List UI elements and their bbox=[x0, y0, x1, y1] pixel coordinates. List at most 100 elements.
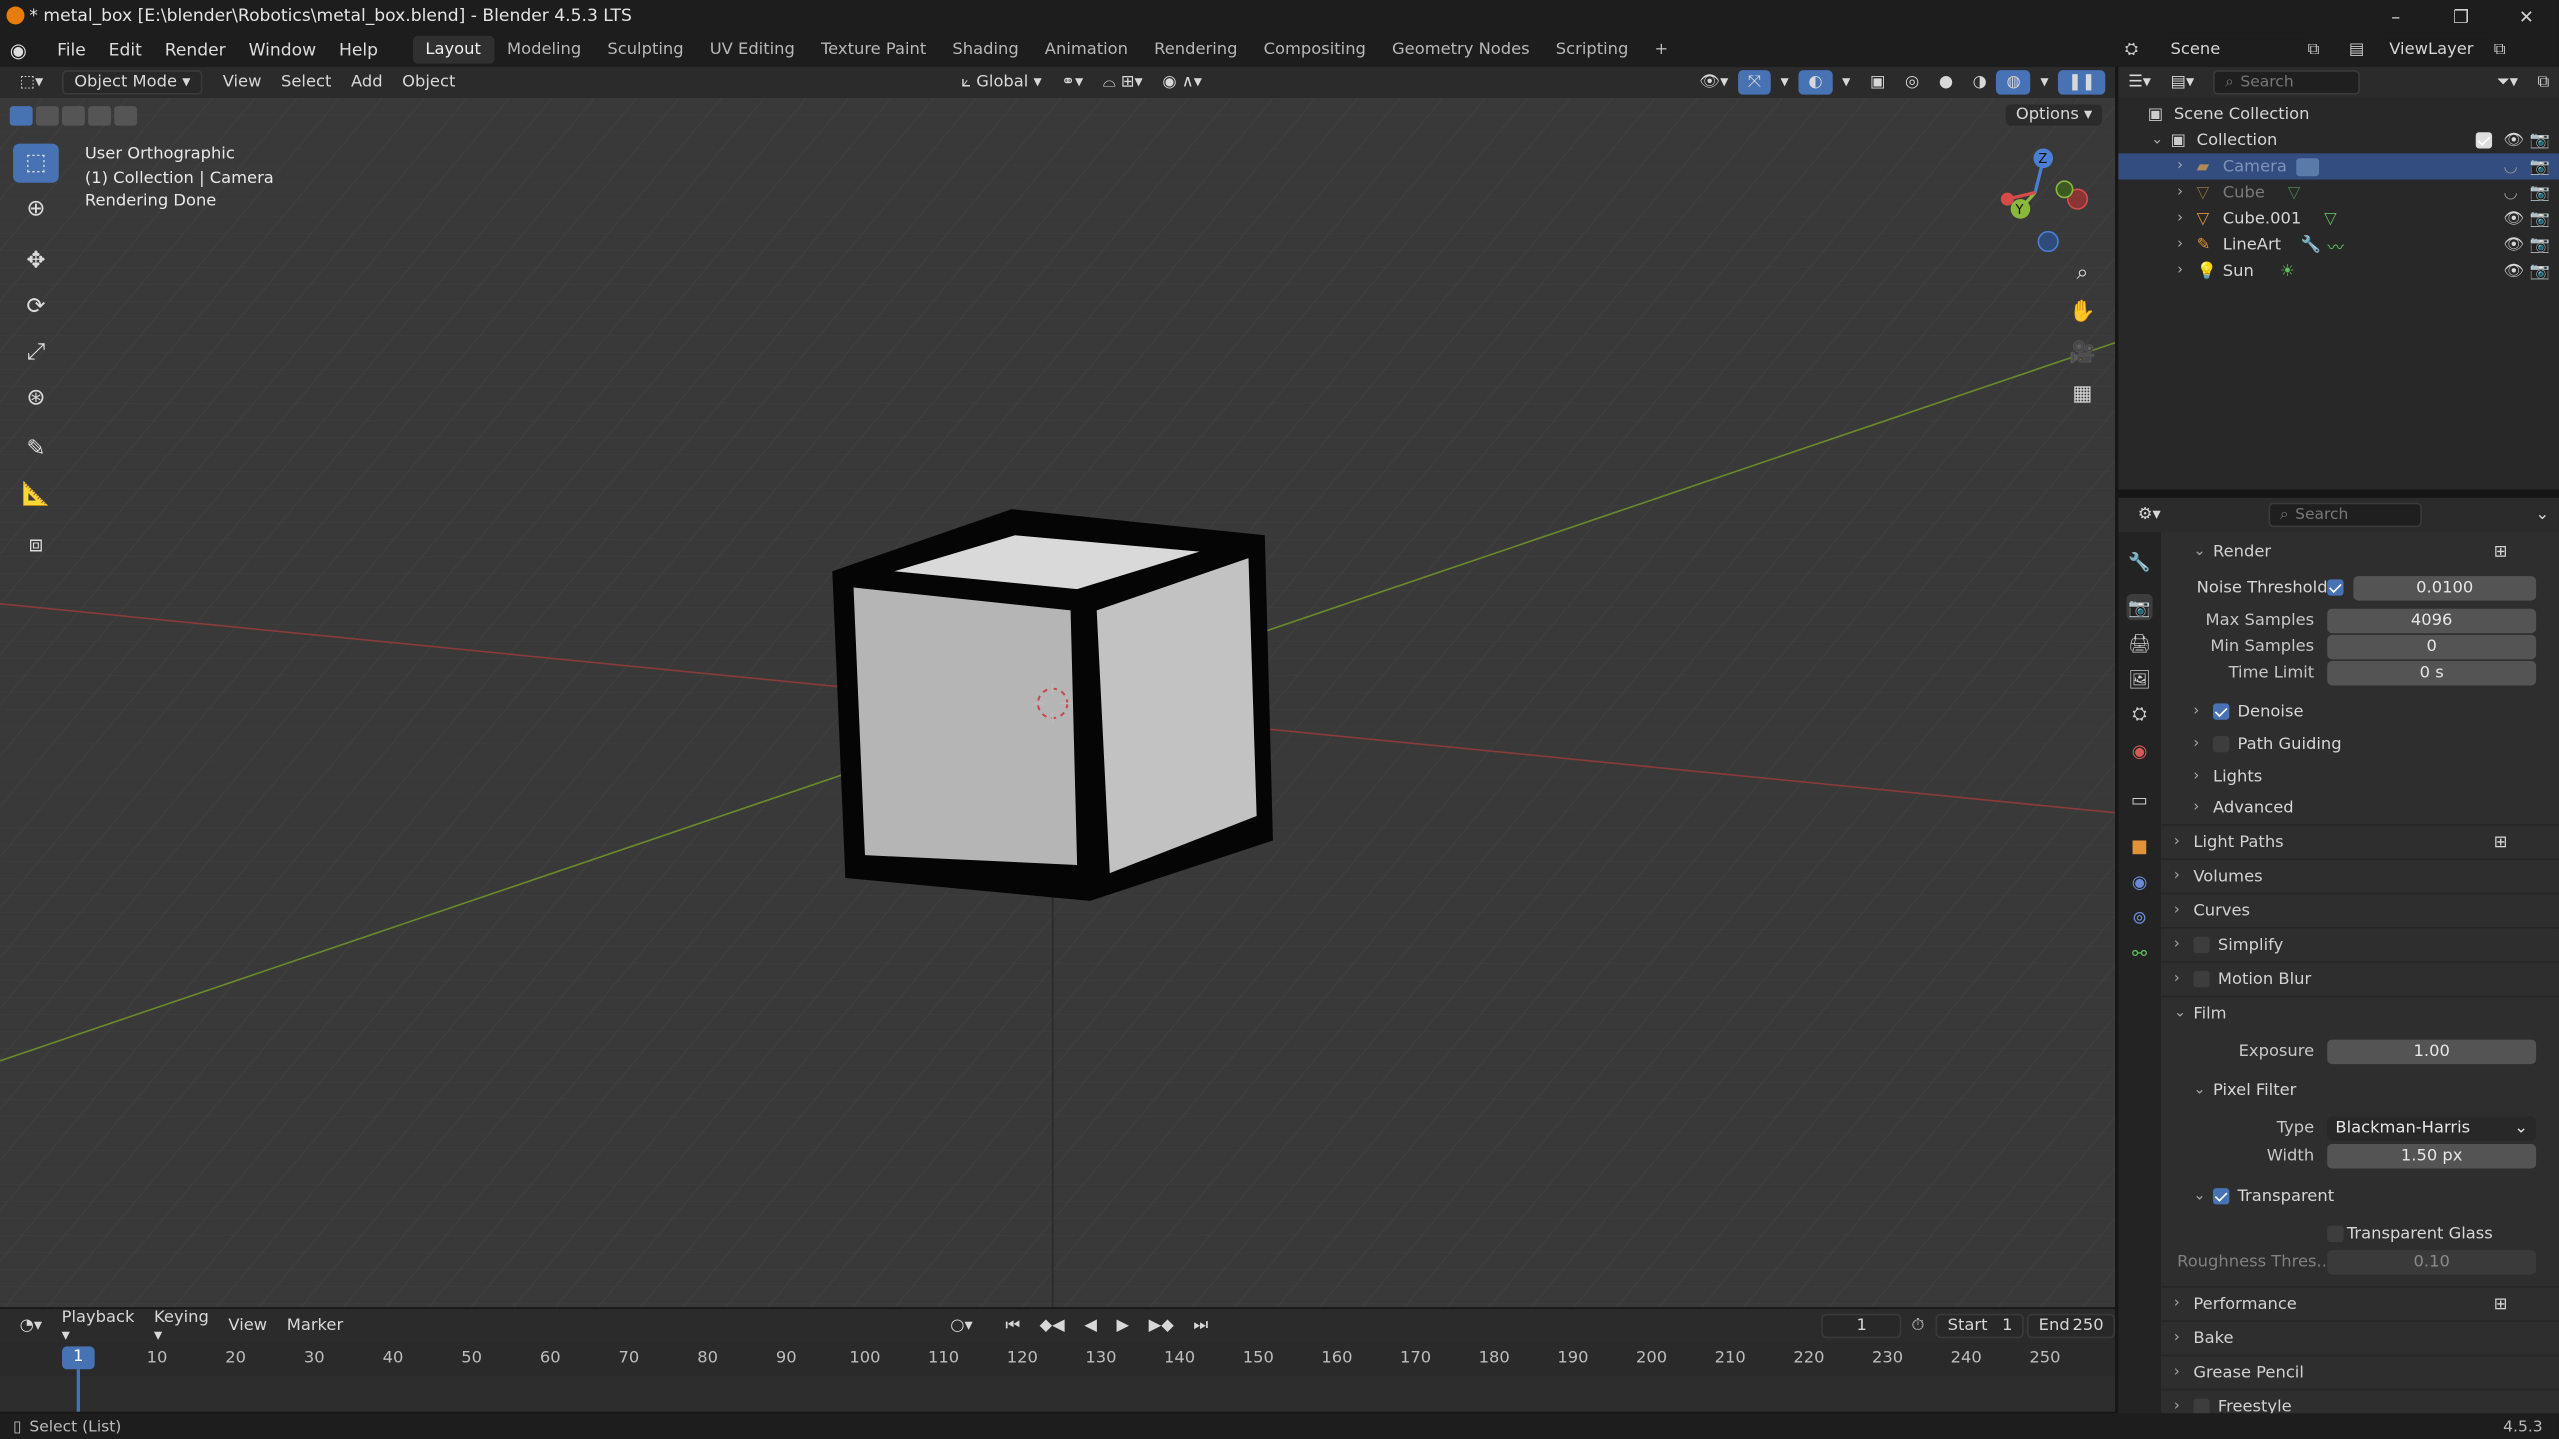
properties-options-icon[interactable]: ⌄ bbox=[2526, 503, 2559, 527]
menu-view[interactable]: View bbox=[213, 70, 271, 94]
new-view-layer-icon[interactable]: ⧉ bbox=[2494, 40, 2520, 58]
timeline-editor-icon[interactable]: ◔▾ bbox=[10, 1314, 52, 1338]
auto-keying-icon[interactable]: ○▾ bbox=[940, 1314, 982, 1338]
physics-tab-icon[interactable]: ⊚ bbox=[2126, 904, 2152, 930]
gizmo-dropdown-icon[interactable]: ▾ bbox=[1771, 70, 1799, 94]
view-layer-icon[interactable]: ▤ bbox=[2334, 40, 2380, 58]
simplify-panel[interactable]: › Simplify bbox=[2161, 930, 2559, 959]
jump-keyframe-forward-icon[interactable]: ▶◆ bbox=[1139, 1314, 1184, 1338]
tab-scripting[interactable]: Scripting bbox=[1543, 36, 1642, 64]
max-samples-field[interactable]: 4096 bbox=[2327, 607, 2537, 633]
volumes-panel[interactable]: › Volumes bbox=[2161, 862, 2559, 891]
menu-window[interactable]: Window bbox=[237, 40, 327, 60]
render-disabled-icon[interactable]: 📷 bbox=[2530, 184, 2550, 202]
select-intersect-icon[interactable] bbox=[114, 105, 138, 125]
transform-tool-icon[interactable]: ⊛ bbox=[13, 379, 59, 418]
start-frame-field[interactable]: Start 1 bbox=[1936, 1313, 2024, 1339]
zoom-icon[interactable]: ⌕ bbox=[2063, 253, 2102, 292]
outliner-item-sun[interactable]: › 💡 Sun ☀ 👁 📷 bbox=[2118, 258, 2559, 284]
outliner-editor-icon[interactable]: ☰▾ bbox=[2118, 70, 2160, 94]
play-reverse-icon[interactable]: ◀ bbox=[1075, 1314, 1107, 1338]
jump-start-icon[interactable]: ⏮ bbox=[996, 1314, 1030, 1338]
grease-pencil-panel[interactable]: › Grease Pencil bbox=[2161, 1358, 2559, 1387]
denoise-checkbox[interactable] bbox=[2212, 703, 2230, 720]
scene-selector[interactable]: Scene bbox=[2160, 38, 2308, 60]
scale-tool-icon[interactable]: ⤢ bbox=[13, 333, 59, 372]
tab-rendering[interactable]: Rendering bbox=[1141, 36, 1250, 64]
filter-type-dropdown[interactable]: Blackman-Harris ⌄ bbox=[2327, 1115, 2537, 1140]
menu-keying[interactable]: Keying ▾ bbox=[144, 1305, 218, 1347]
rotate-tool-icon[interactable]: ⟳ bbox=[13, 287, 59, 326]
visibility-eye-icon[interactable]: 👁 bbox=[2503, 210, 2524, 228]
lights-subpanel[interactable]: › Lights bbox=[2161, 762, 2559, 791]
exclude-checkbox[interactable] bbox=[2475, 132, 2493, 149]
menu-playback[interactable]: Playback ▾ bbox=[52, 1305, 144, 1347]
tab-uv-editing[interactable]: UV Editing bbox=[697, 36, 808, 64]
menu-edit[interactable]: Edit bbox=[97, 40, 153, 60]
tab-animation[interactable]: Animation bbox=[1032, 36, 1141, 64]
presets-icon[interactable]: ⊞ bbox=[2494, 1295, 2508, 1313]
simplify-checkbox[interactable] bbox=[2193, 936, 2210, 954]
properties-editor-icon[interactable]: ⚙▾ bbox=[2128, 503, 2170, 527]
new-collection-icon[interactable]: ⧉ bbox=[2528, 70, 2559, 94]
visibility-icon[interactable]: 👁▾ bbox=[1690, 70, 1739, 94]
expand-arrow-icon[interactable]: › bbox=[2177, 158, 2197, 174]
curves-panel[interactable]: › Curves bbox=[2161, 896, 2559, 925]
view-layer-tab-icon[interactable]: 🖼 bbox=[2126, 666, 2152, 692]
current-frame-field[interactable]: 1 bbox=[1821, 1313, 1902, 1339]
tab-shading[interactable]: Shading bbox=[939, 36, 1031, 64]
filter-width-field[interactable]: 1.50 px bbox=[2327, 1143, 2537, 1168]
outliner-search[interactable]: ⌕ Search bbox=[2213, 70, 2361, 95]
outliner-item-camera[interactable]: › ▰ Camera ◡ 📷 bbox=[2118, 153, 2559, 180]
object-tab-icon[interactable]: ■ bbox=[2126, 832, 2152, 858]
path-guiding-checkbox[interactable] bbox=[2212, 736, 2230, 753]
expand-arrow-icon[interactable]: ⌄ bbox=[2151, 132, 2171, 148]
shading-rendered-icon[interactable]: ◍ bbox=[1996, 70, 2031, 95]
outliner-item-lineart[interactable]: › ✎ LineArt 🔧 〰 👁 📷 bbox=[2118, 232, 2559, 258]
path-guiding-subpanel[interactable]: › Path Guiding bbox=[2161, 730, 2559, 759]
maximize-icon[interactable]: ❐ bbox=[2428, 6, 2493, 27]
outliner-item-cube-001[interactable]: › ▽ Cube.001 ▽ 👁 📷 bbox=[2118, 206, 2559, 232]
expand-arrow-icon[interactable]: › bbox=[2177, 211, 2197, 227]
modifier-tab-icon[interactable]: ◉ bbox=[2126, 868, 2152, 894]
pause-render-icon[interactable]: ❚❚ bbox=[2058, 70, 2106, 95]
proportional-edit-icon[interactable]: ◉ ∧▾ bbox=[1153, 70, 1212, 94]
select-invert-icon[interactable] bbox=[88, 105, 111, 125]
transform-orientation[interactable]: ⟀ Global ▾ bbox=[951, 70, 1051, 94]
freestyle-panel[interactable]: › Freestyle bbox=[2161, 1392, 2559, 1414]
visibility-eye-icon[interactable]: 👁 bbox=[2503, 131, 2524, 149]
minimize-icon[interactable]: – bbox=[2363, 6, 2428, 27]
menu-select[interactable]: Select bbox=[271, 70, 341, 94]
select-extend-icon[interactable] bbox=[35, 105, 59, 125]
visibility-eye-icon[interactable]: 👁 bbox=[2503, 236, 2524, 254]
motion-blur-panel[interactable]: › Motion Blur bbox=[2161, 965, 2559, 994]
shading-solid-icon[interactable]: ● bbox=[1929, 70, 1963, 94]
3d-viewport[interactable]: Z Y User Orthographic (1) Collection | C… bbox=[0, 97, 2116, 1308]
world-tab-icon[interactable]: ◉ bbox=[2126, 738, 2152, 764]
expand-arrow-icon[interactable]: › bbox=[2177, 237, 2197, 253]
view-layer-selector[interactable]: ViewLayer bbox=[2379, 38, 2494, 60]
tab-texture-paint[interactable]: Texture Paint bbox=[808, 36, 939, 64]
pan-hand-icon[interactable]: ✋ bbox=[2063, 292, 2102, 331]
tab-compositing[interactable]: Compositing bbox=[1251, 36, 1379, 64]
menu-file[interactable]: File bbox=[46, 40, 98, 60]
scene-icon[interactable]: ⛭ bbox=[2125, 40, 2161, 58]
transparent-subpanel[interactable]: ⌄ Transparent bbox=[2161, 1182, 2559, 1211]
noise-threshold-checkbox[interactable] bbox=[2327, 579, 2344, 596]
add-cube-tool-icon[interactable]: ⧈ bbox=[13, 526, 59, 565]
new-scene-icon[interactable]: ⧉ bbox=[2308, 40, 2334, 58]
expand-arrow-icon[interactable]: › bbox=[2177, 263, 2197, 279]
shading-material-icon[interactable]: ◑ bbox=[1963, 70, 1997, 94]
render-subpanel-header[interactable]: ⌄ Render ⊞ bbox=[2161, 537, 2559, 566]
overlay-icon[interactable]: ◐ bbox=[1798, 70, 1833, 95]
shading-wireframe-icon[interactable]: ◎ bbox=[1895, 70, 1929, 94]
render-camera-icon[interactable]: 📷 bbox=[2530, 131, 2550, 149]
outliner-collection[interactable]: ⌄ ▣ Collection 👁 📷 bbox=[2118, 127, 2559, 153]
pixel-filter-subpanel[interactable]: ⌄ Pixel Filter bbox=[2161, 1075, 2559, 1104]
render-camera-icon[interactable]: 📷 bbox=[2530, 210, 2550, 228]
select-new-icon[interactable] bbox=[9, 105, 33, 125]
data-tab-icon[interactable]: ⚯ bbox=[2126, 940, 2152, 966]
measure-tool-icon[interactable]: 📐 bbox=[13, 475, 59, 514]
gizmo-icon[interactable]: ⤧ bbox=[1738, 70, 1771, 95]
render-camera-icon[interactable]: 📷 bbox=[2530, 262, 2550, 280]
